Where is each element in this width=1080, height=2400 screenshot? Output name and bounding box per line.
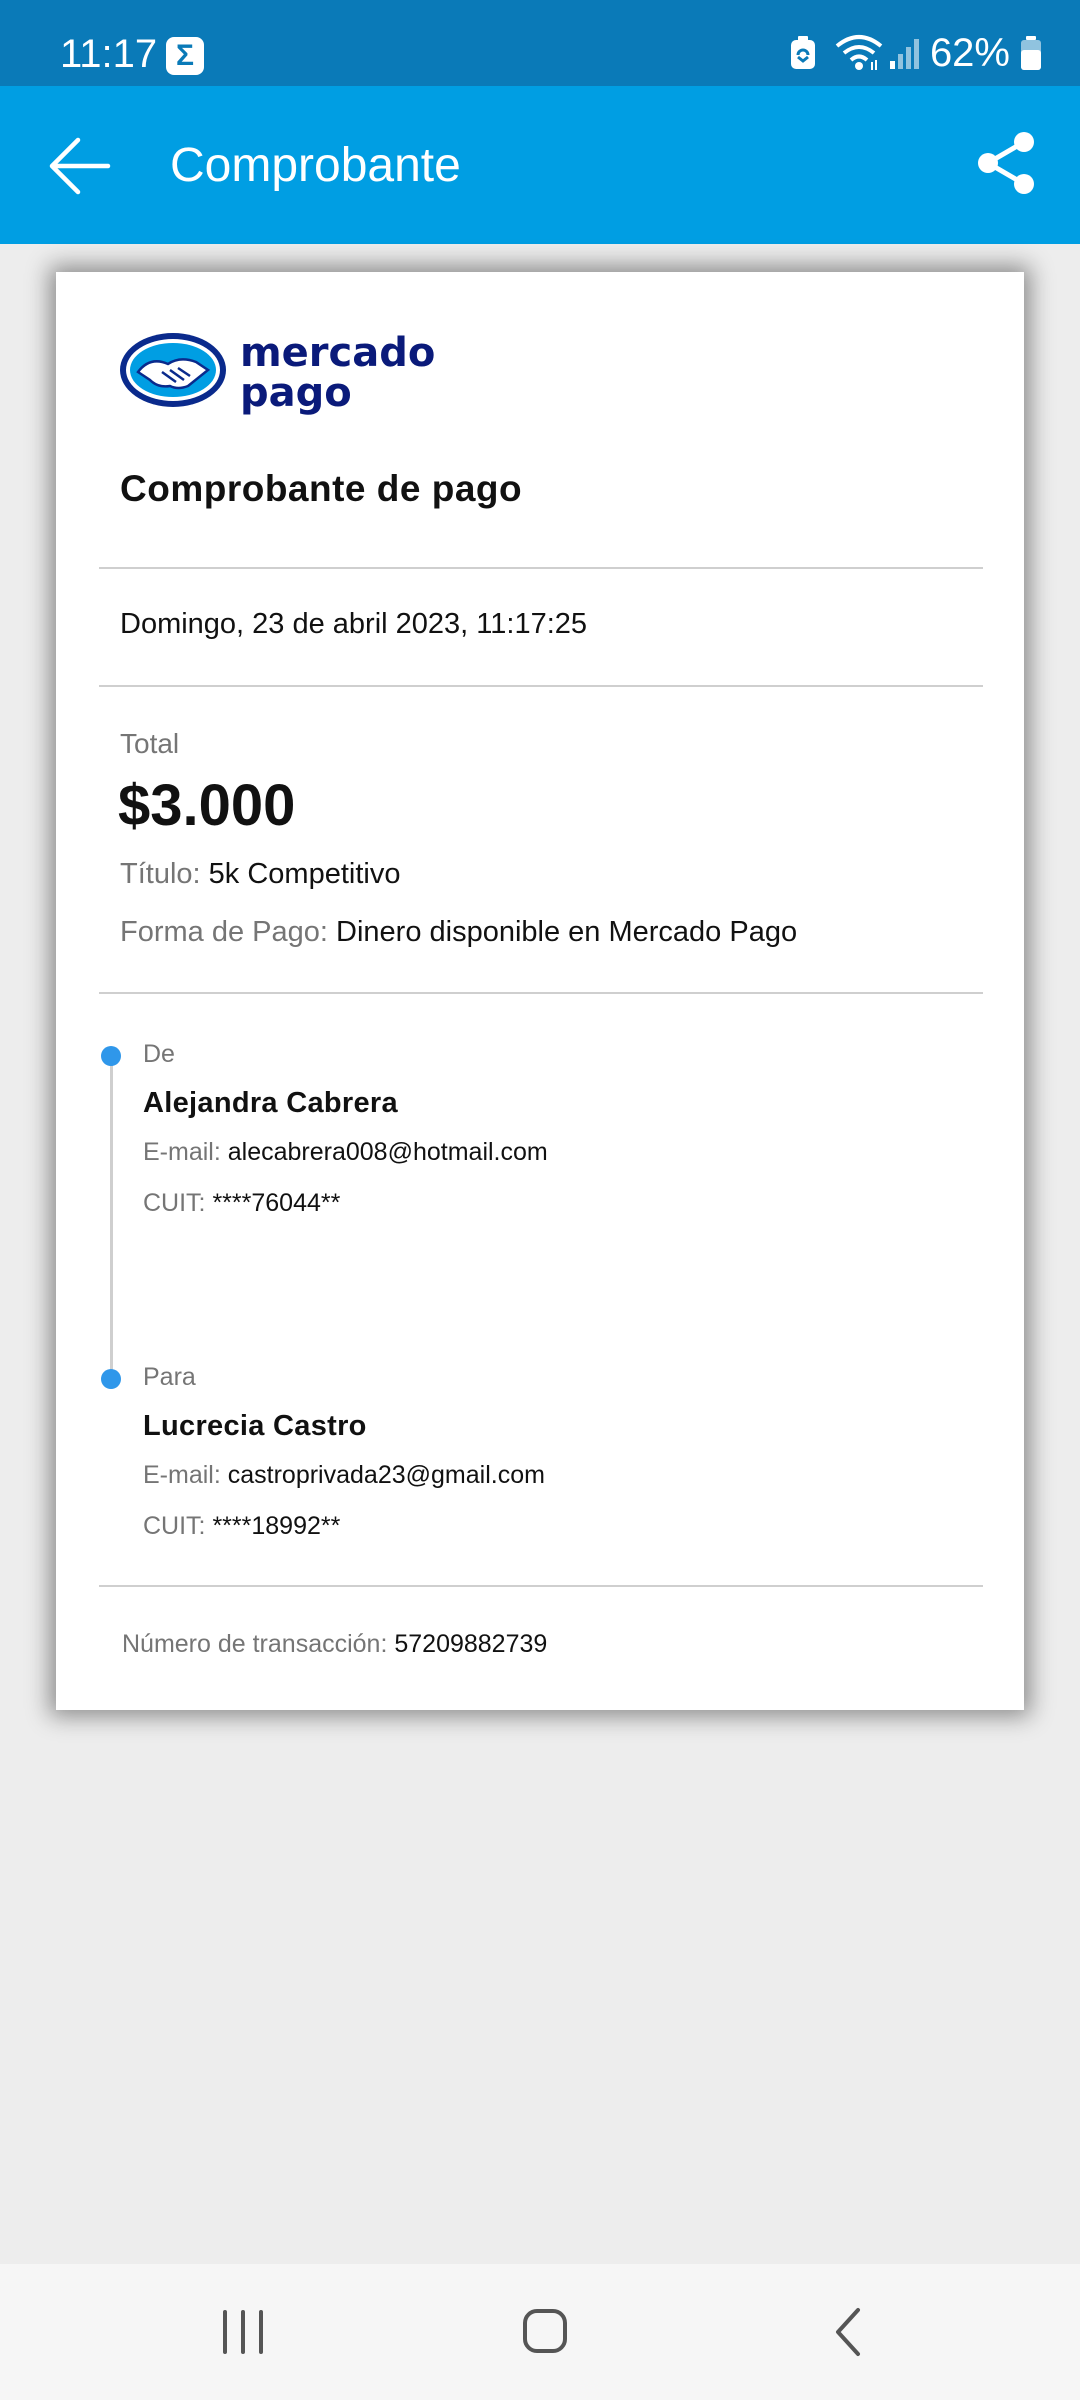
share-button[interactable] [972, 128, 1042, 198]
nav-back-icon [836, 2308, 860, 2356]
battery-saver-icon [788, 35, 818, 71]
receipt-card: mercado pago Comprobante de pago Domingo… [56, 272, 1024, 1710]
arrow-left-icon [49, 137, 111, 195]
payment-method-label: Forma de Pago: [120, 916, 328, 948]
timeline-dot-from [101, 1046, 121, 1066]
wifi-icon [834, 34, 884, 72]
divider [99, 685, 983, 687]
to-name: Lucrecia Castro [143, 1410, 367, 1442]
from-cuit: ****76044** [212, 1189, 341, 1217]
total-amount: $3.000 [118, 773, 296, 838]
transaction-label: Número de transacción: [122, 1630, 388, 1658]
receipt-title: Comprobante de pago [120, 468, 523, 509]
from-name: Alejandra Cabrera [143, 1087, 398, 1119]
payment-method-row: Forma de Pago: Dinero disponible en Merc… [120, 916, 797, 949]
mercado-pago-logo: mercado pago [118, 326, 478, 416]
to-cuit-row: CUIT: ****18992** [143, 1512, 340, 1541]
app-bar: Comprobante [0, 86, 1080, 244]
back-button[interactable] [44, 130, 116, 202]
status-icons: 62% [788, 30, 1042, 76]
to-label: Para [143, 1363, 196, 1391]
sigma-icon: Σ [166, 37, 204, 75]
status-bar: 11:17 Σ 62% [0, 0, 1080, 86]
home-button[interactable] [505, 2304, 585, 2360]
status-time: 11:17 [60, 32, 158, 76]
recent-apps-button[interactable] [203, 2304, 283, 2360]
payment-date: Domingo, 23 de abril 2023, 11:17:25 [120, 608, 588, 640]
recent-apps-icon [223, 2310, 263, 2354]
page-title: Comprobante [170, 139, 461, 192]
to-cuit: ****18992** [212, 1512, 341, 1540]
to-cuit-label: CUIT: [143, 1512, 206, 1540]
divider [99, 992, 983, 994]
total-label: Total [120, 728, 180, 759]
from-email-row: E-mail: alecabrera008@hotmail.com [143, 1138, 548, 1167]
title-label: Título: [120, 858, 201, 890]
to-email-row: E-mail: castroprivada23@gmail.com [143, 1461, 545, 1490]
home-icon [523, 2309, 567, 2353]
navigation-bar [0, 2264, 1080, 2400]
logo-text-line2: pago [240, 370, 352, 416]
divider [99, 1585, 983, 1587]
from-label: De [143, 1040, 175, 1068]
signal-icon [888, 35, 922, 71]
from-cuit-row: CUIT: ****76044** [143, 1189, 340, 1218]
battery-percent: 62% [929, 30, 1010, 75]
to-email-label: E-mail: [143, 1461, 221, 1489]
to-email: castroprivada23@gmail.com [227, 1461, 545, 1489]
from-cuit-label: CUIT: [143, 1189, 206, 1217]
from-email-label: E-mail: [143, 1138, 221, 1166]
timeline-dot-to [101, 1369, 121, 1389]
receipt-title-row: Título: 5k Competitivo [120, 858, 400, 891]
timeline-line [110, 1054, 113, 1382]
transaction-row: Número de transacción: 57209882739 [122, 1630, 547, 1659]
battery-icon [1020, 35, 1042, 71]
from-email: alecabrera008@hotmail.com [227, 1138, 548, 1166]
divider [99, 567, 983, 569]
payment-method-value: Dinero disponible en Mercado Pago [336, 916, 798, 948]
nav-back-button[interactable] [808, 2304, 888, 2360]
title-value: 5k Competitivo [208, 858, 401, 890]
transaction-number: 57209882739 [394, 1630, 548, 1658]
share-icon [978, 132, 1034, 194]
